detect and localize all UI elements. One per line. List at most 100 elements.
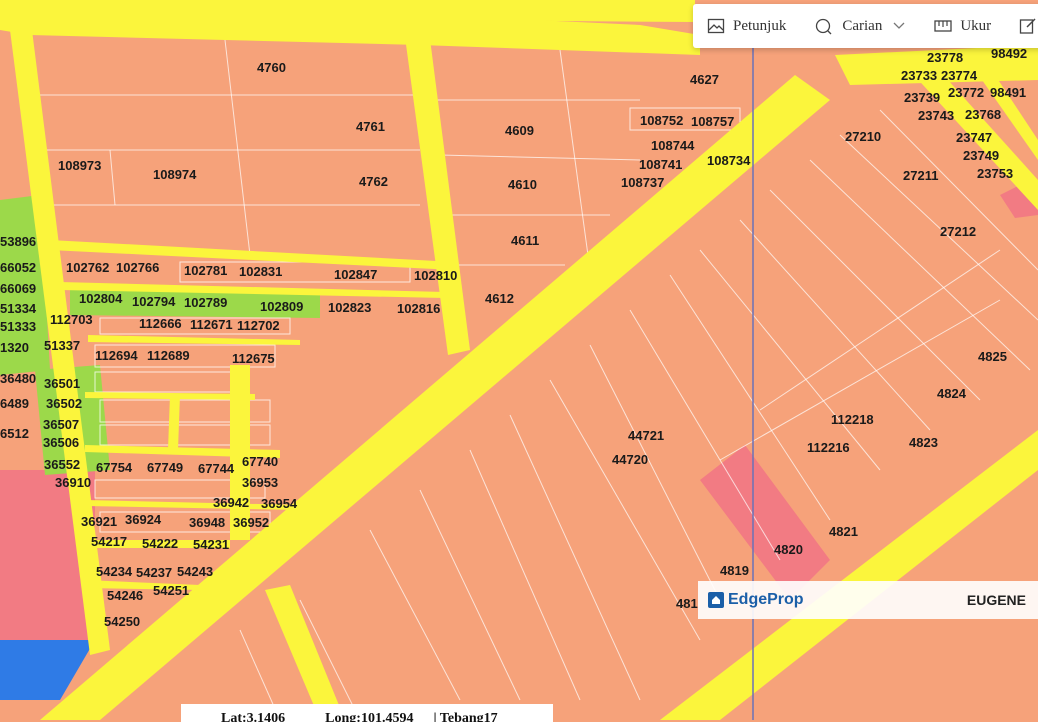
lot-label[interactable]: 108752 <box>640 113 683 128</box>
lot-label[interactable]: 112216 <box>807 440 850 455</box>
lot-label[interactable]: 23768 <box>965 107 1001 122</box>
lot-label[interactable]: 27211 <box>903 168 938 183</box>
lot-label[interactable]: 23743 <box>918 108 954 123</box>
lot-label[interactable]: 112671 <box>190 317 233 332</box>
lot-label[interactable]: 481 <box>676 596 698 611</box>
lot-label[interactable]: 98491 <box>990 85 1026 100</box>
lot-label[interactable]: 23747 <box>956 130 992 145</box>
lot-label[interactable]: 67754 <box>96 460 133 475</box>
lot-label[interactable]: 112666 <box>139 316 182 331</box>
lot-label[interactable]: 67749 <box>147 460 183 475</box>
lot-label[interactable]: 112675 <box>232 351 275 366</box>
lot-label[interactable]: 112703 <box>50 312 93 327</box>
lot-label[interactable]: 108973 <box>58 158 101 173</box>
lot-label[interactable]: 112218 <box>831 412 874 427</box>
lot-label[interactable]: 112689 <box>147 348 190 363</box>
lot-label[interactable]: 36552 <box>44 457 80 472</box>
lot-label[interactable]: 44720 <box>612 452 648 467</box>
lot-label[interactable]: 6512 <box>0 426 29 441</box>
lot-label[interactable]: 23772 <box>948 85 984 100</box>
lot-label[interactable]: 4610 <box>508 177 537 192</box>
lot-label[interactable]: 23749 <box>963 148 999 163</box>
lot-label[interactable]: 108974 <box>153 167 197 182</box>
lot-label[interactable]: 36942 <box>213 495 249 510</box>
lot-label[interactable]: 102809 <box>260 299 303 314</box>
lot-label[interactable]: 27212 <box>940 224 976 239</box>
lot-label[interactable]: 27210 <box>845 129 881 144</box>
lot-label[interactable]: 4820 <box>774 542 803 557</box>
lot-label[interactable]: 23733 <box>901 68 937 83</box>
lot-label[interactable]: 4760 <box>257 60 286 75</box>
lot-label[interactable]: 23753 <box>977 166 1013 181</box>
lot-label[interactable]: 102804 <box>79 291 123 306</box>
lot-label[interactable]: 54251 <box>153 583 189 598</box>
lot-label[interactable]: 108744 <box>651 138 695 153</box>
lot-label[interactable]: 1320 <box>0 340 29 355</box>
lot-label[interactable]: 102831 <box>239 264 282 279</box>
edit-tool-button[interactable] <box>1005 4 1038 48</box>
lot-label[interactable]: 102810 <box>414 268 457 283</box>
lot-label[interactable]: 36952 <box>233 515 269 530</box>
lot-label[interactable]: 112694 <box>95 348 138 363</box>
lot-label[interactable]: 36921 <box>81 514 117 529</box>
lot-label[interactable]: 36480 <box>0 371 36 386</box>
lot-label[interactable]: 23778 <box>927 50 963 65</box>
lot-label[interactable]: 4612 <box>485 291 514 306</box>
lot-label[interactable]: 66052 <box>0 260 36 275</box>
lot-label[interactable]: 102762 <box>66 260 109 275</box>
lot-label[interactable]: 54217 <box>91 534 127 549</box>
lot-label[interactable]: 102766 <box>116 260 159 275</box>
lot-label[interactable]: 36910 <box>55 475 91 490</box>
lot-label[interactable]: 54237 <box>136 565 172 580</box>
lot-label[interactable]: 4762 <box>359 174 388 189</box>
lot-label[interactable]: 4823 <box>909 435 938 450</box>
lot-label[interactable]: 98492 <box>991 46 1027 61</box>
lot-label[interactable]: 4819 <box>720 563 749 578</box>
lot-label[interactable]: 54246 <box>107 588 143 603</box>
measure-tool-button[interactable]: Ukur <box>920 4 1005 48</box>
lot-label[interactable]: 108737 <box>621 175 664 190</box>
lot-label[interactable]: 44721 <box>628 428 664 443</box>
lot-label[interactable]: 54250 <box>104 614 140 629</box>
lot-label[interactable]: 4821 <box>829 524 858 539</box>
lot-label[interactable]: 4761 <box>356 119 385 134</box>
lot-label[interactable]: 23739 <box>904 90 940 105</box>
lot-label[interactable]: 4825 <box>978 349 1007 364</box>
lot-label[interactable]: 36507 <box>43 417 79 432</box>
guide-tool-button[interactable]: Petunjuk <box>693 4 800 48</box>
lot-label[interactable]: 108734 <box>707 153 751 168</box>
lot-label[interactable]: 66069 <box>0 281 36 296</box>
lot-label[interactable]: 102823 <box>328 300 371 315</box>
lot-label[interactable]: 51333 <box>0 319 36 334</box>
lot-label[interactable]: 102794 <box>132 294 176 309</box>
lot-label[interactable]: 36948 <box>189 515 225 530</box>
lot-label[interactable]: 51337 <box>44 338 80 353</box>
lot-label[interactable]: 6489 <box>0 396 29 411</box>
lot-label[interactable]: 36506 <box>43 435 79 450</box>
lot-label[interactable]: 102789 <box>184 295 227 310</box>
lot-label[interactable]: 108741 <box>639 157 682 172</box>
lot-label[interactable]: 4609 <box>505 123 534 138</box>
lot-label[interactable]: 102816 <box>397 301 440 316</box>
lot-label[interactable]: 67740 <box>242 454 278 469</box>
lot-label[interactable]: 54222 <box>142 536 178 551</box>
lot-label[interactable]: 53896 <box>0 234 36 249</box>
lot-label[interactable]: 54234 <box>96 564 133 579</box>
lot-label[interactable]: 4627 <box>690 72 719 87</box>
search-tool-button[interactable]: Carian <box>800 4 920 48</box>
lot-label[interactable]: 36502 <box>46 396 82 411</box>
lot-label[interactable]: 36924 <box>125 512 162 527</box>
lot-label[interactable]: 108757 <box>691 114 734 129</box>
lot-label[interactable]: 4824 <box>937 386 967 401</box>
lot-label[interactable]: 54243 <box>177 564 213 579</box>
lot-label[interactable]: 36953 <box>242 475 278 490</box>
lot-label[interactable]: 54231 <box>193 537 229 552</box>
lot-label[interactable]: 67744 <box>198 461 235 476</box>
lot-label[interactable]: 51334 <box>0 301 37 316</box>
lot-label[interactable]: 102847 <box>334 267 377 282</box>
lot-label[interactable]: 36954 <box>261 496 298 511</box>
lot-label[interactable]: 112702 <box>237 318 280 333</box>
lot-label[interactable]: 36501 <box>44 376 80 391</box>
lot-label[interactable]: 102781 <box>184 263 227 278</box>
lot-label[interactable]: 4611 <box>511 233 539 248</box>
